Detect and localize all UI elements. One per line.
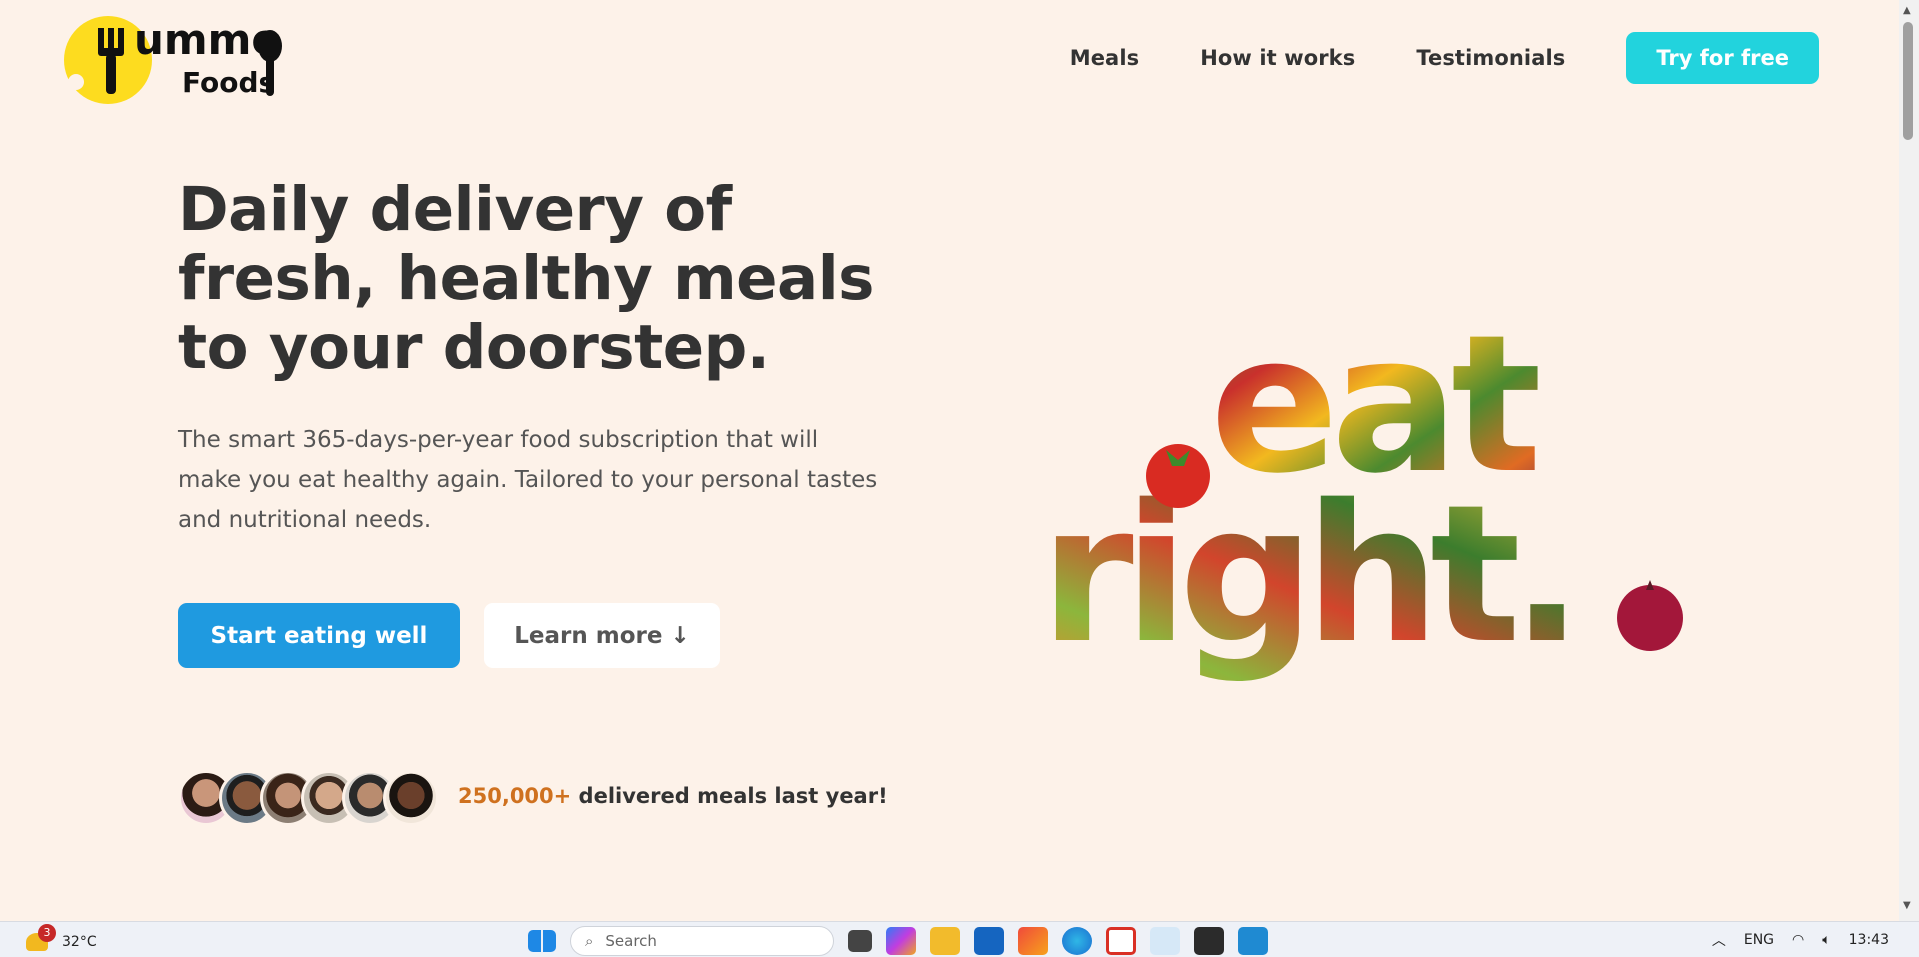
- delivered-meals-stat: 250,000+ delivered meals last year!: [458, 784, 888, 808]
- page: ummo Foods Meals How it works Testimonia…: [0, 0, 1899, 921]
- store-icon[interactable]: [974, 927, 1004, 955]
- weather-badge: 3: [38, 924, 56, 942]
- task-view-icon[interactable]: [848, 930, 872, 952]
- weather-widget[interactable]: 32°C: [26, 933, 97, 951]
- stat-text: delivered meals last year!: [571, 784, 888, 808]
- windows-taskbar: 32°C 3 ⌕ Search ︿ ENG ◠ 🔈︎ 13:43: [0, 921, 1919, 957]
- windows-start-icon[interactable]: [528, 930, 556, 952]
- language-indicator[interactable]: ENG: [1744, 932, 1774, 948]
- nav-link-meals[interactable]: Meals: [1070, 46, 1140, 70]
- vscode-icon[interactable]: [1238, 927, 1268, 955]
- logo-wordmark-top: ummo: [134, 15, 280, 64]
- yummo-foods-logo[interactable]: ummo Foods: [62, 10, 282, 106]
- taskbar-apps: ⌕ Search: [528, 926, 1282, 956]
- avatar: [383, 770, 439, 826]
- tray-overflow-chevron-icon[interactable]: ︿: [1712, 930, 1726, 950]
- edge-icon[interactable]: [1062, 927, 1092, 955]
- scroll-up-arrow-icon[interactable]: ▲: [1903, 5, 1911, 16]
- scroll-down-arrow-icon[interactable]: ▼: [1903, 900, 1911, 911]
- system-tray: ︿ ENG ◠ 🔈︎ 13:43: [1694, 930, 1889, 950]
- try-for-free-button[interactable]: Try for free: [1626, 32, 1819, 84]
- scrollbar-thumb[interactable]: [1903, 22, 1913, 140]
- taskbar-search-input[interactable]: ⌕ Search: [570, 926, 834, 956]
- nav-link-how-it-works[interactable]: How it works: [1200, 46, 1355, 70]
- wifi-icon[interactable]: ◠: [1792, 932, 1804, 948]
- art-word-right: right.: [1040, 464, 1573, 685]
- copilot-icon[interactable]: [886, 927, 916, 955]
- hero-description: The smart 365-days-per-year food subscri…: [178, 427, 878, 533]
- search-placeholder: Search: [605, 932, 657, 950]
- eat-right-vegetable-illustration: eat right.: [1040, 300, 1683, 685]
- gmail-icon[interactable]: [1106, 927, 1136, 955]
- file-explorer-icon[interactable]: [930, 927, 960, 955]
- main-nav: Meals How it works Testimonials Try for …: [1070, 32, 1819, 84]
- temperature-label: 32°C: [62, 934, 97, 950]
- start-eating-well-button[interactable]: Start eating well: [178, 603, 460, 668]
- nav-link-testimonials[interactable]: Testimonials: [1416, 46, 1565, 70]
- search-icon: ⌕: [585, 932, 594, 950]
- hero-title: Daily delivery of fresh, healthy meals t…: [178, 174, 874, 383]
- office-icon[interactable]: [1018, 927, 1048, 955]
- browser-icon[interactable]: [1150, 927, 1180, 955]
- customer-avatars: [178, 770, 439, 826]
- learn-more-button[interactable]: Learn more ↓: [484, 603, 720, 668]
- logo-wordmark-bottom: Foods: [182, 66, 275, 99]
- clock[interactable]: 13:43: [1849, 932, 1889, 948]
- volume-icon[interactable]: 🔈︎: [1822, 932, 1830, 948]
- terminal-icon[interactable]: [1194, 927, 1224, 955]
- stat-number: 250,000+: [458, 784, 572, 808]
